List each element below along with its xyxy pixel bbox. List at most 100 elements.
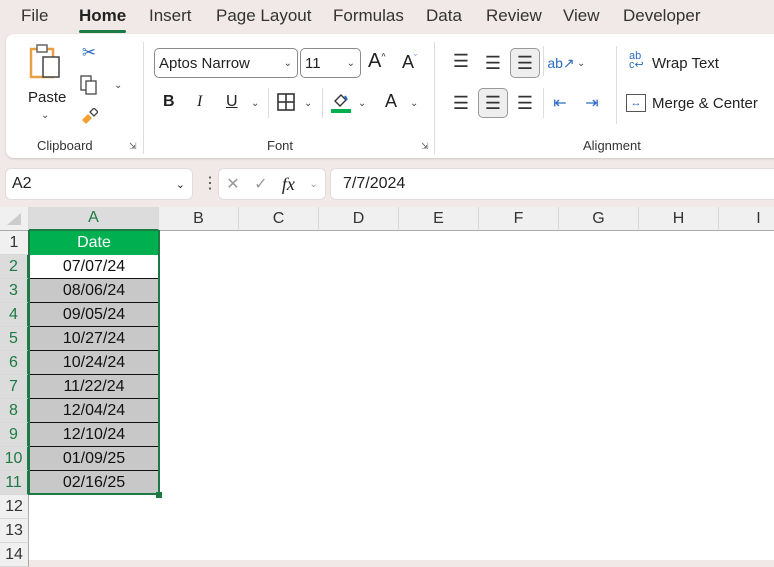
fill-handle[interactable]	[156, 492, 162, 498]
italic-button[interactable]: I	[197, 93, 202, 111]
fill-color-dropdown-icon[interactable]: ⌄	[358, 98, 366, 109]
date-cell[interactable]: 02/16/25	[29, 471, 159, 495]
increase-indent-button[interactable]: ⇥	[581, 92, 603, 114]
formula-bar-grip-icon[interactable]: ⋮	[202, 173, 218, 193]
font-color-dropdown-icon[interactable]: ⌄	[410, 98, 418, 109]
formula-input[interactable]: 7/7/2024	[331, 169, 774, 199]
row-header[interactable]: 12	[0, 495, 29, 519]
shrink-font-button[interactable]: Aˇ	[402, 52, 417, 73]
font-name-value: Aptos Narrow	[159, 54, 250, 72]
tab-developer[interactable]: Developer	[623, 6, 701, 26]
paste-label[interactable]: Paste	[28, 89, 66, 106]
wrap-text-icon: ab c↩	[629, 50, 644, 71]
column-header-d[interactable]: D	[319, 207, 399, 231]
format-painter-icon[interactable]	[79, 106, 99, 128]
chevron-down-icon: ⌄	[283, 57, 292, 69]
align-center-button[interactable]: ☰	[478, 88, 508, 118]
grow-font-button[interactable]: A^	[368, 50, 386, 73]
column-header-i[interactable]: I	[719, 207, 774, 231]
align-left-button[interactable]: ☰	[450, 92, 472, 114]
clipboard-launcher-icon[interactable]: ⇲	[129, 141, 139, 151]
clipboard-group-label: Clipboard	[37, 138, 93, 153]
date-cell[interactable]: 12/10/24	[29, 423, 159, 447]
align-top-button[interactable]: ☰	[450, 50, 472, 72]
date-cell[interactable]: 09/05/24	[29, 303, 159, 327]
font-name-select[interactable]: Aptos Narrow ⌄	[154, 48, 298, 78]
paste-dropdown-icon[interactable]: ⌄	[41, 110, 49, 121]
copy-dropdown-icon[interactable]: ⌄	[114, 80, 122, 91]
formula-buttons: ✕ ✓ fx ⌄	[219, 169, 325, 199]
row-header[interactable]: 8	[0, 399, 29, 423]
group-separator	[616, 46, 617, 124]
grow-font-icon: A	[368, 50, 382, 72]
date-cell[interactable]: 08/06/24	[29, 279, 159, 303]
date-cell[interactable]: 10/24/24	[29, 351, 159, 375]
cancel-icon[interactable]: ✕	[226, 174, 239, 194]
row-header[interactable]: 4	[0, 303, 29, 327]
decrease-indent-button[interactable]: ⇤	[549, 92, 571, 114]
tab-page-layout[interactable]: Page Layout	[216, 6, 311, 26]
row-header[interactable]: 11	[0, 471, 29, 495]
tab-file[interactable]: File	[21, 6, 48, 26]
chevron-down-icon[interactable]: ⌄	[309, 179, 317, 190]
row-header[interactable]: 10	[0, 447, 29, 471]
tab-formulas[interactable]: Formulas	[333, 6, 404, 26]
fill-color-icon	[331, 94, 351, 113]
column-header-f[interactable]: F	[479, 207, 559, 231]
font-size-select[interactable]: 11 ⌄	[300, 48, 361, 78]
name-box[interactable]: A2 ⌄	[6, 169, 192, 199]
date-cell[interactable]: 10/27/24	[29, 327, 159, 351]
spreadsheet-grid: ABCDEFGHI 1 Date 2 07/07/24 3 08/06/24 4 09/05/…	[0, 207, 774, 567]
borders-dropdown-icon[interactable]: ⌄	[304, 98, 312, 109]
enter-icon[interactable]: ✓	[254, 174, 267, 194]
date-cell[interactable]: 12/04/24	[29, 399, 159, 423]
row-header[interactable]: 3	[0, 279, 29, 303]
row-header[interactable]: 6	[0, 351, 29, 375]
column-header-b[interactable]: B	[159, 207, 239, 231]
orientation-button[interactable]: ab↗	[547, 52, 574, 74]
tab-view[interactable]: View	[563, 6, 600, 26]
group-separator	[543, 88, 544, 118]
header-cell-date[interactable]: Date	[29, 231, 159, 255]
font-launcher-icon[interactable]: ⇲	[421, 141, 431, 151]
row-header[interactable]: 5	[0, 327, 29, 351]
merge-center-button[interactable]: Merge & Center	[652, 95, 758, 112]
column-header-g[interactable]: G	[559, 207, 639, 231]
align-middle-button[interactable]: ☰	[482, 52, 504, 74]
borders-button[interactable]	[276, 92, 296, 112]
active-cell[interactable]: 07/07/24	[29, 255, 159, 279]
orientation-dropdown-icon[interactable]: ⌄	[577, 58, 585, 69]
date-cell[interactable]: 11/22/24	[29, 375, 159, 399]
tab-insert[interactable]: Insert	[149, 6, 192, 26]
column-header-c[interactable]: C	[239, 207, 319, 231]
cut-icon[interactable]: ✂	[79, 42, 99, 64]
underline-button[interactable]: U	[226, 93, 238, 111]
insert-function-icon[interactable]: fx	[282, 174, 295, 195]
row-header[interactable]: 2	[0, 255, 29, 279]
align-right-button[interactable]: ☰	[514, 92, 536, 114]
row-header[interactable]: 13	[0, 519, 29, 543]
copy-icon[interactable]	[79, 74, 99, 96]
paste-icon	[29, 44, 60, 79]
select-all-button[interactable]	[0, 207, 29, 231]
paste-button[interactable]	[28, 42, 64, 82]
date-cell[interactable]: 01/09/25	[29, 447, 159, 471]
tab-home[interactable]: Home	[79, 6, 126, 26]
align-bottom-button[interactable]: ☰	[510, 48, 540, 78]
group-separator	[322, 88, 323, 118]
column-header-e[interactable]: E	[399, 207, 479, 231]
wrap-text-button[interactable]: Wrap Text	[652, 55, 719, 72]
column-header-h[interactable]: H	[639, 207, 719, 231]
column-header-a[interactable]: A	[29, 207, 159, 231]
row-header[interactable]: 14	[0, 543, 29, 567]
tab-review[interactable]: Review	[486, 6, 542, 26]
fill-color-button[interactable]	[330, 90, 352, 114]
row-header[interactable]: 7	[0, 375, 29, 399]
underline-dropdown-icon[interactable]: ⌄	[251, 98, 259, 109]
font-color-button[interactable]: A	[385, 91, 397, 112]
font-size-value: 11	[305, 54, 321, 72]
bold-button[interactable]: B	[163, 93, 175, 111]
row-header[interactable]: 9	[0, 423, 29, 447]
row-header[interactable]: 1	[0, 231, 29, 255]
tab-data[interactable]: Data	[426, 6, 462, 26]
